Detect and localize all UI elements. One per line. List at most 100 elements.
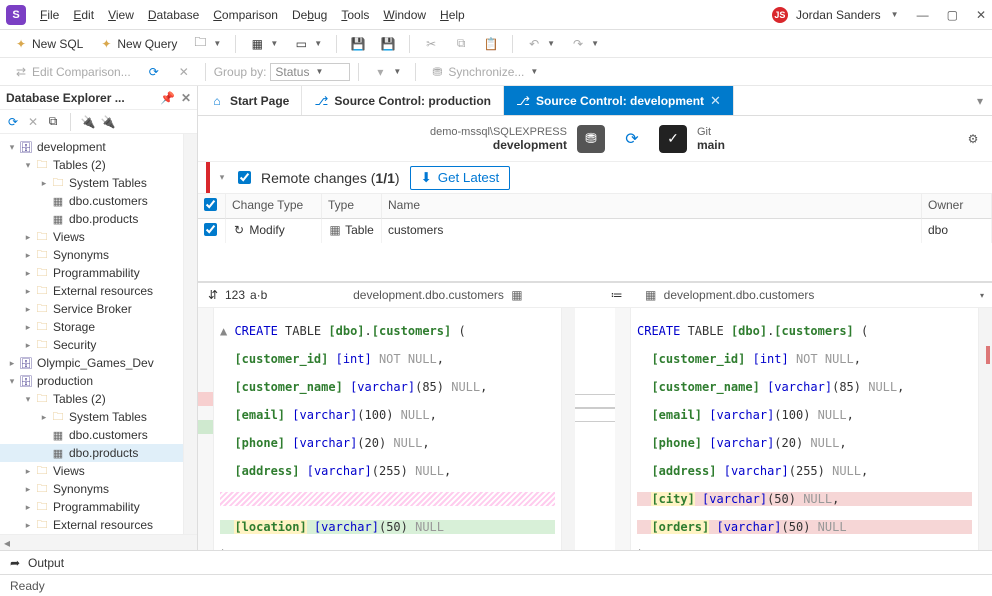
pin-icon[interactable]: 📌 <box>160 91 175 105</box>
tree-node-storage-a[interactable]: ▸🗀Storage <box>0 318 183 336</box>
paste-button[interactable]: 📋 <box>478 34 504 54</box>
tree-node-system-tables-b[interactable]: ▸🗀System Tables <box>0 408 183 426</box>
table-icon: ▦ <box>50 446 66 460</box>
refresh-button[interactable]: ⟳ <box>141 62 167 82</box>
redo-button[interactable]: ↷▼ <box>565 34 605 54</box>
refresh-tree-icon[interactable]: ⟳ <box>6 115 20 129</box>
menu-window[interactable]: Window <box>377 4 432 26</box>
tree-node-views-a[interactable]: ▸🗀Views <box>0 228 183 246</box>
tree-node-dbo-customers-a[interactable]: ▦dbo.customers <box>0 192 183 210</box>
diff-mode-icon[interactable]: 123 <box>228 288 242 302</box>
menu-tools[interactable]: Tools <box>335 4 375 26</box>
refresh-context-icon[interactable]: ⟳ <box>625 132 639 146</box>
folder-icon: 🗀 <box>34 320 50 334</box>
col-owner[interactable]: Owner <box>922 194 992 219</box>
diff-view-icon[interactable]: ⇵ <box>206 288 220 302</box>
diff-ab-label[interactable]: a·b <box>250 288 267 302</box>
folder-icon: 🗀 <box>34 230 50 244</box>
tree-node-tables-b[interactable]: ▾🗀Tables (2) <box>0 390 183 408</box>
tab-overflow[interactable]: ▾ <box>968 86 992 115</box>
table-icon: ▦ <box>510 288 524 302</box>
tree-node-olympic[interactable]: ▸🗄Olympic_Games_Dev <box>0 354 183 372</box>
synchronize-button[interactable]: ⛃Synchronize...▼ <box>424 62 544 82</box>
grid-row[interactable]: ↻ Modify ▦ Table customers dbo <box>198 219 992 243</box>
menu-file[interactable]: File <box>34 4 65 26</box>
undo-button[interactable]: ↶▼ <box>521 34 561 54</box>
user-area[interactable]: JS Jordan Sanders ▼ <box>772 7 899 23</box>
tb-btn-1[interactable]: ▦▼ <box>244 34 284 54</box>
edit-comparison-button[interactable]: ⇄Edit Comparison... <box>8 62 137 82</box>
diff-options-icon[interactable]: ▾ <box>980 291 984 300</box>
diff-left-scrollbar[interactable] <box>561 308 575 550</box>
col-type[interactable]: Type <box>322 194 382 219</box>
diff-right-code: CREATE TABLE [dbo].[customers] ( [custom… <box>631 308 978 550</box>
diff-swap-icon[interactable]: ≔ <box>610 288 624 302</box>
tab-source-control-production[interactable]: ⎇Source Control: production <box>302 86 504 115</box>
delete-icon[interactable]: ✕ <box>26 115 40 129</box>
get-latest-button[interactable]: ⬇Get Latest <box>410 166 511 190</box>
tree-node-programmability-a[interactable]: ▸🗀Programmability <box>0 264 183 282</box>
minimize-button[interactable]: — <box>917 8 929 22</box>
sidebar-toolbar: ⟳ ✕ ⧉ 🔌 🔌 <box>0 110 197 134</box>
col-name[interactable]: Name <box>382 194 922 219</box>
x-icon: ✕ <box>177 65 191 79</box>
tree-node-production[interactable]: ▾🗄production <box>0 372 183 390</box>
grid-row-checkbox[interactable] <box>204 223 217 236</box>
new-sql-button[interactable]: ✦New SQL <box>8 34 89 54</box>
cut-button[interactable]: ✂ <box>418 34 444 54</box>
save-button[interactable]: 💾 <box>345 34 371 54</box>
tree-node-synonyms-b[interactable]: ▸🗀Synonyms <box>0 480 183 498</box>
tree-node-system-tables-a[interactable]: ▸🗀System Tables <box>0 174 183 192</box>
new-query-button[interactable]: ✦New Query <box>93 34 183 54</box>
disconnect-icon[interactable]: 🔌 <box>101 115 115 129</box>
tree-node-security-a[interactable]: ▸🗀Security <box>0 336 183 354</box>
tab-source-control-development[interactable]: ⎇Source Control: development✕ <box>504 86 734 115</box>
copy-tree-icon[interactable]: ⧉ <box>46 115 60 129</box>
gear-icon[interactable]: ⚙ <box>966 132 980 146</box>
tb-btn-2[interactable]: ▭▼ <box>288 34 328 54</box>
context-database: demo-mssql\SQLEXPRESSdevelopment ⛃ <box>430 125 605 153</box>
connect-icon[interactable]: 🔌 <box>81 115 95 129</box>
tree-scrollbar[interactable] <box>183 134 197 534</box>
tree[interactable]: ▾🗄development ▾🗀Tables (2) ▸🗀System Tabl… <box>0 134 183 534</box>
save-all-button[interactable]: 💾 <box>375 34 401 54</box>
diff-right-pane[interactable]: CREATE TABLE [dbo].[customers] ( [custom… <box>615 308 992 550</box>
folder-icon: 🗀 <box>34 302 50 316</box>
group-by-combo[interactable]: Status▼ <box>270 63 350 81</box>
grid-check-all[interactable] <box>204 198 217 211</box>
close-panel-icon[interactable]: ✕ <box>181 91 191 105</box>
diff-right-scrollbar[interactable] <box>978 308 992 550</box>
tree-node-dbo-products-a[interactable]: ▦dbo.products <box>0 210 183 228</box>
tree-node-dbo-products-b[interactable]: ▦dbo.products <box>0 444 183 462</box>
cancel-button[interactable]: ✕ <box>171 62 197 82</box>
menu-database[interactable]: Database <box>142 4 205 26</box>
output-panel-header[interactable]: ➦ Output <box>0 550 992 574</box>
tree-node-servicebroker-a[interactable]: ▸🗀Service Broker <box>0 300 183 318</box>
maximize-button[interactable]: ▢ <box>947 8 958 22</box>
menu-debug[interactable]: Debug <box>286 4 333 26</box>
tree-node-views-b[interactable]: ▸🗀Views <box>0 462 183 480</box>
tree-hscrollbar[interactable]: ◂ <box>0 534 197 550</box>
menu-view[interactable]: View <box>102 4 140 26</box>
menu-help[interactable]: Help <box>434 4 471 26</box>
menu-comparison[interactable]: Comparison <box>207 4 284 26</box>
section-collapse[interactable]: ▾ <box>216 172 228 183</box>
table-icon: ▦ <box>50 428 66 442</box>
tree-node-programmability-b[interactable]: ▸🗀Programmability <box>0 498 183 516</box>
tree-node-external-a[interactable]: ▸🗀External resources <box>0 282 183 300</box>
tab-start-page[interactable]: ⌂Start Page <box>198 86 302 115</box>
section-checkbox[interactable] <box>238 171 251 184</box>
tree-node-development[interactable]: ▾🗄development <box>0 138 183 156</box>
filter-button[interactable]: ▾▼ <box>367 62 407 82</box>
close-tab-icon[interactable]: ✕ <box>710 93 721 109</box>
diff-left-pane[interactable]: ▲ CREATE TABLE [dbo].[customers] ( [cust… <box>198 308 575 550</box>
tree-node-dbo-customers-b[interactable]: ▦dbo.customers <box>0 426 183 444</box>
tree-node-tables-a[interactable]: ▾🗀Tables (2) <box>0 156 183 174</box>
close-button[interactable]: ✕ <box>976 8 986 22</box>
tree-node-synonyms-a[interactable]: ▸🗀Synonyms <box>0 246 183 264</box>
open-dropdown[interactable]: 🗀▼ <box>187 34 227 54</box>
col-change-type[interactable]: Change Type <box>226 194 322 219</box>
menu-edit[interactable]: Edit <box>67 4 100 26</box>
tree-node-external-b[interactable]: ▸🗀External resources <box>0 516 183 534</box>
copy-button[interactable]: ⧉ <box>448 34 474 54</box>
